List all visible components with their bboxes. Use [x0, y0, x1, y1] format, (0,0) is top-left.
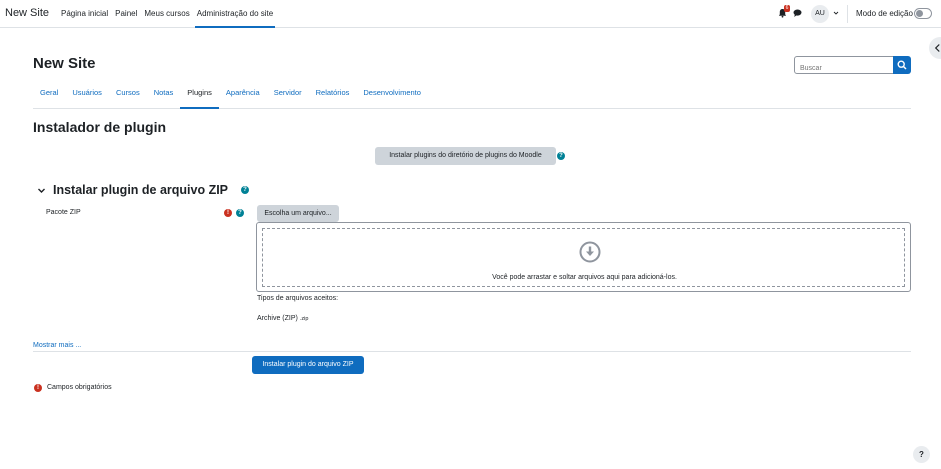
install-zip-button[interactable]: Instalar plugin do arquivo ZIP	[252, 356, 364, 374]
chevron-left-icon	[934, 44, 940, 52]
tab-server[interactable]: Servidor	[267, 82, 309, 108]
primary-navigation: Página inicial Painel Meus cursos Admini…	[59, 0, 278, 28]
dropzone-area[interactable]: Você pode arrastar e soltar arquivos aqu…	[262, 228, 905, 287]
required-fields-note: Campos obrigatórios	[47, 384, 112, 391]
notification-count-badge: 6	[784, 5, 790, 12]
user-avatar[interactable]: AU	[811, 5, 829, 23]
top-navbar: New Site Página inicial Painel Meus curs…	[0, 0, 941, 28]
search-icon	[897, 60, 907, 70]
divider	[33, 351, 911, 352]
tab-users[interactable]: Usuários	[65, 82, 109, 108]
nav-item-dashboard[interactable]: Painel	[113, 0, 139, 28]
toggle-knob	[916, 10, 923, 17]
show-more-link[interactable]: Mostrar mais ...	[33, 342, 81, 349]
footer-help-button[interactable]: ?	[913, 446, 930, 463]
admin-tabs: Geral Usuários Cursos Notas Plugins Apar…	[33, 82, 911, 109]
accepted-types-label: Tipos de arquivos aceitos:	[257, 295, 339, 302]
navbar-divider	[847, 5, 848, 23]
edit-mode-toggle[interactable]	[914, 8, 932, 19]
tab-appearance[interactable]: Aparência	[219, 82, 267, 108]
help-icon[interactable]: ?	[557, 152, 565, 160]
help-icon[interactable]: ?	[236, 209, 244, 217]
search-button[interactable]	[893, 56, 911, 74]
open-block-drawer-button[interactable]	[929, 37, 941, 59]
tab-general[interactable]: Geral	[33, 82, 65, 108]
nav-item-site-admin[interactable]: Administração do site	[194, 0, 276, 28]
search-field[interactable]	[794, 56, 894, 77]
tab-development[interactable]: Desenvolvimento	[356, 82, 428, 108]
tab-plugins[interactable]: Plugins	[180, 82, 219, 109]
zip-section-title[interactable]: Instalar plugin de arquivo ZIP	[53, 183, 228, 197]
search-input[interactable]	[795, 60, 890, 77]
brand-name[interactable]: New Site	[5, 7, 49, 19]
dropzone-instruction: Você pode arrastar e soltar arquivos aqu…	[492, 274, 677, 281]
file-dropzone[interactable]: Você pode arrastar e soltar arquivos aqu…	[256, 222, 911, 292]
page-title: Instalador de plugin	[33, 119, 167, 135]
accepted-type-extension: .zip	[299, 316, 309, 322]
choose-file-button[interactable]: Escolha um arquivo...	[257, 205, 339, 222]
chevron-down-icon[interactable]	[37, 186, 46, 195]
tab-reports[interactable]: Relatórios	[309, 82, 357, 108]
zip-package-label: Pacote ZIP	[46, 209, 81, 216]
required-icon: !	[34, 384, 42, 392]
install-from-directory-button[interactable]: Instalar plugins do diretório de plugins…	[375, 147, 556, 165]
site-title: New Site	[33, 55, 96, 72]
help-icon[interactable]: ?	[241, 186, 249, 194]
required-icon: !	[224, 209, 232, 217]
tab-courses[interactable]: Cursos	[109, 82, 147, 108]
accepted-type-name: Archive (ZIP)	[257, 315, 298, 322]
edit-mode-label: Modo de edição	[856, 9, 913, 18]
messages-icon[interactable]	[793, 9, 802, 17]
nav-item-my-courses[interactable]: Meus cursos	[142, 0, 191, 28]
tab-grades[interactable]: Notas	[147, 82, 181, 108]
download-arrow-icon	[579, 241, 601, 263]
chevron-down-icon[interactable]	[833, 10, 839, 16]
accepted-type-item: Archive (ZIP) .zip	[257, 315, 308, 322]
nav-item-home[interactable]: Página inicial	[59, 0, 110, 28]
